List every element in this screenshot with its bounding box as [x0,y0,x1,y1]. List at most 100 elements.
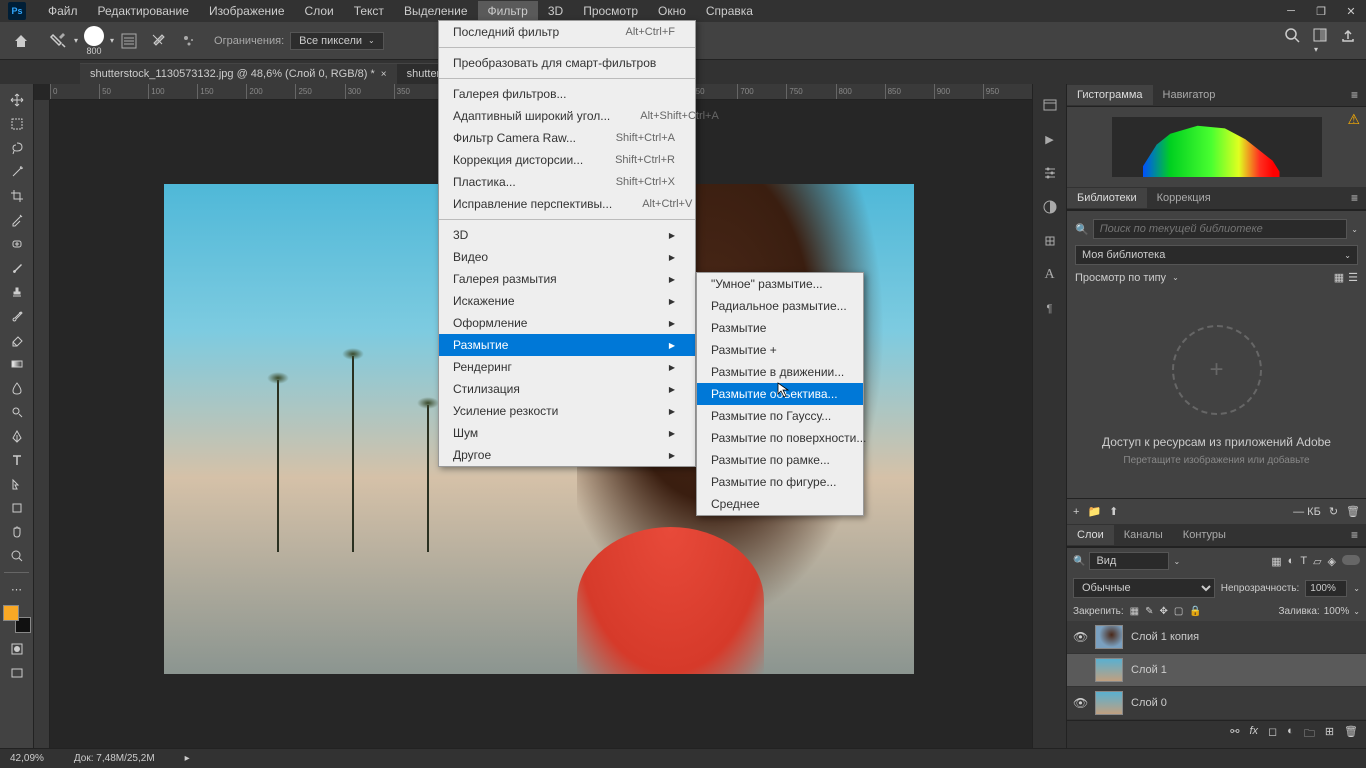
workspace-icon[interactable]: ▾ [1312,27,1328,55]
brush-settings-icon[interactable] [117,29,141,53]
menu-фильтр[interactable]: Фильтр [478,1,538,21]
grid-view-icon[interactable]: ▦ [1334,271,1344,284]
layer-name[interactable]: Слой 1 копия [1131,631,1199,643]
adjustments-icon[interactable] [1039,196,1061,218]
layer-filter-input[interactable] [1089,552,1169,570]
filter-type-icon[interactable]: T [1300,555,1307,568]
folder-icon[interactable]: 📁 [1087,505,1101,518]
libraries-tab[interactable]: Библиотеки [1067,188,1147,208]
actions-icon[interactable]: ▶ [1039,128,1061,150]
shape-tool[interactable] [3,497,31,519]
type-tool[interactable] [3,449,31,471]
zoom-level[interactable]: 42,09% [10,753,44,764]
crop-tool[interactable] [3,185,31,207]
eyedropper-tool[interactable] [3,209,31,231]
color-swatches[interactable] [3,605,31,633]
limits-dropdown[interactable]: Все пиксели⌄ [290,32,384,50]
menu-item[interactable]: Искажение [439,290,695,312]
lock-pixels-icon[interactable]: ▦ [1130,606,1139,617]
submenu-item[interactable]: Размытие по поверхности... [697,427,863,449]
airbrush-icon[interactable] [177,29,201,53]
add-icon[interactable]: + [1073,506,1079,518]
menu-текст[interactable]: Текст [344,1,394,21]
menu-файл[interactable]: Файл [38,1,88,21]
menu-выделение[interactable]: Выделение [394,1,478,21]
properties-icon[interactable] [1039,162,1061,184]
submenu-item[interactable]: Размытие по рамке... [697,449,863,471]
layer-item[interactable]: 👁 Слой 1 копия [1067,621,1366,654]
lock-brush-icon[interactable]: ✎ [1145,606,1153,617]
layers-tab[interactable]: Слои [1067,525,1114,545]
adjustment-icon[interactable]: ◐ [1287,725,1294,744]
filter-adjust-icon[interactable]: ◐ [1288,555,1295,568]
upload-icon[interactable]: ⬆ [1109,505,1118,518]
edit-toolbar[interactable]: ⋯ [3,578,31,600]
sync-icon[interactable]: ↻ [1329,505,1338,518]
document-tab[interactable]: shutterstock_1130573132.jpg @ 48,6% (Сло… [80,63,397,84]
path-tool[interactable] [3,473,31,495]
submenu-item[interactable]: Размытие по фигуре... [697,471,863,493]
fx-icon[interactable]: fx [1249,725,1258,744]
minimize-button[interactable]: ─ [1276,0,1306,22]
home-icon[interactable] [10,30,32,52]
healing-tool[interactable] [3,233,31,255]
library-select[interactable]: Моя библиотека⌄ [1075,245,1358,265]
menu-item[interactable]: Последний фильтрAlt+Ctrl+F [439,21,695,43]
menu-редактирование[interactable]: Редактирование [88,1,199,21]
menu-item[interactable]: Рендеринг [439,356,695,378]
visibility-toggle[interactable]: 👁 [1073,630,1087,644]
trash-icon[interactable]: 🗑 [1346,505,1360,518]
group-icon[interactable]: 🗀 [1304,725,1315,744]
channels-tab[interactable]: Каналы [1114,525,1173,545]
close-button[interactable]: ✕ [1336,0,1366,22]
menu-item[interactable]: Коррекция дисторсии...Shift+Ctrl+R [439,149,695,171]
menu-3d[interactable]: 3D [538,1,573,21]
filter-smart-icon[interactable]: ◈ [1328,555,1336,568]
menu-item[interactable]: Адаптивный широкий угол...Alt+Shift+Ctrl… [439,105,695,127]
gradient-tool[interactable] [3,353,31,375]
submenu-item[interactable]: Среднее [697,493,863,515]
menu-item[interactable]: Преобразовать для смарт-фильтров [439,52,695,74]
brush-preview[interactable]: 800 [78,26,110,56]
histogram-tab[interactable]: Гистограмма [1067,85,1153,105]
submenu-item[interactable]: Размытие по Гауссу... [697,405,863,427]
menu-item[interactable]: Галерея фильтров... [439,83,695,105]
type-options-icon[interactable]: A [1039,264,1061,286]
lock-all-icon[interactable]: 🔒 [1189,606,1201,617]
menu-item[interactable]: Размытие [439,334,695,356]
paths-tab[interactable]: Контуры [1173,525,1236,545]
marquee-tool[interactable] [3,113,31,135]
menu-item[interactable]: Шум [439,422,695,444]
menu-item[interactable]: Стилизация [439,378,695,400]
maximize-button[interactable]: ❐ [1306,0,1336,22]
add-asset-placeholder[interactable]: + [1172,325,1262,415]
new-layer-icon[interactable]: ⊞ [1325,725,1334,744]
menu-item[interactable]: Видео [439,246,695,268]
blur-tool[interactable] [3,377,31,399]
move-tool[interactable] [3,89,31,111]
filter-toggle[interactable] [1342,555,1360,565]
layer-name[interactable]: Слой 0 [1131,697,1167,709]
quickmask-tool[interactable] [3,638,31,660]
layer-item[interactable]: Слой 1 [1067,654,1366,687]
menu-item[interactable]: Оформление [439,312,695,334]
opacity-value[interactable]: 100% [1305,580,1347,597]
eraser-tool[interactable] [3,329,31,351]
brush-panel-icon[interactable] [147,29,171,53]
cache-warning-icon[interactable]: ⚠ [1347,111,1360,128]
menu-item[interactable]: Галерея размытия [439,268,695,290]
menu-окно[interactable]: Окно [648,1,696,21]
zoom-tool[interactable] [3,545,31,567]
delete-icon[interactable]: 🗑 [1344,725,1358,744]
menu-item[interactable]: 3D [439,224,695,246]
adjustments-tab[interactable]: Коррекция [1147,188,1221,208]
foreground-color[interactable] [3,605,19,621]
search-icon[interactable] [1284,27,1300,55]
fill-value[interactable]: 100% [1324,606,1350,617]
library-search-input[interactable] [1093,219,1348,239]
navigator-tab[interactable]: Навигатор [1153,85,1226,105]
filter-shape-icon[interactable]: ▱ [1313,555,1321,568]
link-icon[interactable]: ⚯ [1230,725,1239,744]
mask-icon[interactable]: ◻ [1268,725,1277,744]
menu-item[interactable]: Другое [439,444,695,466]
